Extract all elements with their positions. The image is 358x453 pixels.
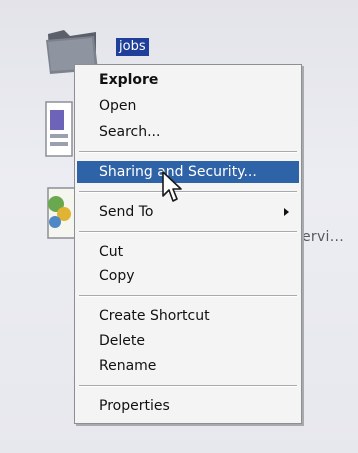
context-menu: Explore Open Search... Sharing and Secur…: [74, 64, 302, 424]
menu-separator: [79, 151, 297, 153]
menu-item-send-to[interactable]: Send To: [77, 201, 299, 223]
menu-separator: [79, 385, 297, 387]
menu-separator: [79, 295, 297, 297]
desktop-icon-label[interactable]: ervi...: [302, 229, 344, 245]
menu-separator: [79, 191, 297, 193]
menu-item-cut[interactable]: Cut: [77, 241, 299, 263]
menu-item-search[interactable]: Search...: [77, 121, 299, 143]
mouse-pointer-icon: [162, 171, 182, 202]
menu-separator: [79, 231, 297, 233]
menu-item-explore[interactable]: Explore: [77, 69, 299, 91]
menu-item-rename[interactable]: Rename: [77, 355, 299, 377]
document-icon[interactable]: [44, 100, 76, 160]
menu-item-sharing-and-security[interactable]: Sharing and Security...: [77, 161, 299, 183]
menu-item-delete[interactable]: Delete: [77, 330, 299, 352]
menu-item-copy[interactable]: Copy: [77, 265, 299, 287]
menu-item-send-to-label: Send To: [99, 204, 154, 220]
submenu-arrow-icon: [284, 208, 289, 216]
folder-label[interactable]: jobs: [116, 38, 149, 56]
menu-item-create-shortcut[interactable]: Create Shortcut: [77, 305, 299, 327]
menu-item-properties[interactable]: Properties: [77, 395, 299, 417]
menu-item-open[interactable]: Open: [77, 95, 299, 117]
